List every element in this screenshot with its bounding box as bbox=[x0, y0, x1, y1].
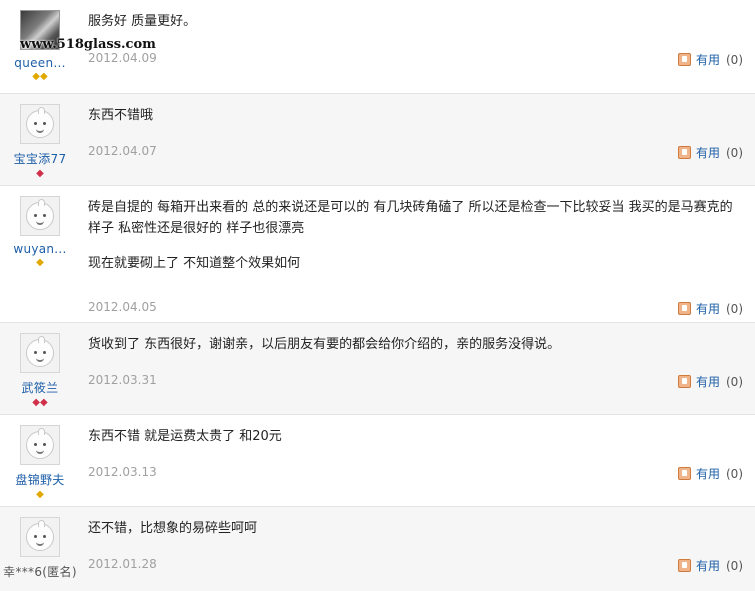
review-list: queen... ◆◆ 服务好 质量更好。 2012.04.09 有用 (0) … bbox=[0, 0, 755, 591]
review-date: 2012.01.28 bbox=[88, 557, 157, 571]
review-text: 服务好 质量更好。 bbox=[88, 14, 197, 29]
useful-button[interactable]: 有用 (0) bbox=[677, 300, 743, 317]
default-avatar-icon bbox=[26, 336, 54, 367]
review-text: 货收到了 东西很好，谢谢亲，以后朋友有要的都会给你介绍的，亲的服务没得说。 bbox=[88, 337, 561, 352]
default-avatar-icon bbox=[26, 107, 54, 138]
useful-count: (0) bbox=[726, 374, 743, 389]
thumbs-up-icon bbox=[677, 302, 691, 315]
useful-count: (0) bbox=[726, 52, 743, 67]
avatar[interactable] bbox=[20, 425, 60, 465]
thumbs-up-icon bbox=[677, 375, 691, 388]
gold-diamond-icon: ◆ bbox=[40, 71, 48, 82]
username-anonymous: 幸***6(匿名) bbox=[3, 565, 77, 579]
useful-count: (0) bbox=[726, 145, 743, 160]
gold-diamond-icon: ◆ bbox=[32, 71, 40, 82]
useful-button[interactable]: 有用 (0) bbox=[677, 373, 743, 390]
thumbs-up-icon bbox=[677, 53, 691, 66]
useful-button[interactable]: 有用 (0) bbox=[677, 557, 743, 574]
rank-badges: ◆ bbox=[0, 490, 80, 500]
review-date: 2012.04.07 bbox=[88, 144, 157, 158]
avatar[interactable] bbox=[20, 333, 60, 373]
review-item: 武筱兰 ◆◆ 货收到了 东西很好，谢谢亲，以后朋友有要的都会给你介绍的，亲的服务… bbox=[0, 323, 755, 415]
useful-count: (0) bbox=[726, 301, 743, 316]
username-link[interactable]: 宝宝添77 bbox=[0, 150, 80, 167]
rank-badges: ◆ bbox=[0, 169, 80, 179]
review-text: 还不错，比想象的易碎些呵呵 bbox=[88, 521, 258, 536]
red-diamond-icon: ◆ bbox=[32, 397, 40, 408]
default-avatar-icon bbox=[26, 428, 54, 459]
review-text: 东西不错哦 bbox=[88, 108, 154, 123]
username-link[interactable]: 武筱兰 bbox=[0, 379, 80, 396]
review-item: 盘锦野夫 ◆ 东西不错 就是运费太贵了 和20元 2012.03.13 有用 (… bbox=[0, 415, 755, 507]
red-diamond-icon: ◆ bbox=[40, 397, 48, 408]
review-date: 2012.03.31 bbox=[88, 373, 157, 387]
useful-button[interactable]: 有用 (0) bbox=[677, 144, 743, 161]
useful-label: 有用 bbox=[695, 53, 720, 67]
default-avatar-icon bbox=[26, 520, 54, 551]
useful-count: (0) bbox=[726, 558, 743, 573]
thumbs-up-icon bbox=[677, 146, 691, 159]
username-link[interactable]: queen... bbox=[0, 56, 80, 70]
useful-button[interactable]: 有用 (0) bbox=[677, 51, 743, 68]
useful-button[interactable]: 有用 (0) bbox=[677, 465, 743, 482]
gold-diamond-icon: ◆ bbox=[36, 489, 44, 500]
review-text: 东西不错 就是运费太贵了 和20元 bbox=[88, 429, 282, 444]
review-item: queen... ◆◆ 服务好 质量更好。 2012.04.09 有用 (0) … bbox=[0, 0, 755, 94]
useful-label: 有用 bbox=[695, 559, 720, 573]
watermark-text: www.518glass.com bbox=[20, 37, 156, 52]
useful-count: (0) bbox=[726, 466, 743, 481]
useful-label: 有用 bbox=[695, 146, 720, 160]
useful-label: 有用 bbox=[695, 467, 720, 481]
username-link[interactable]: wuyan... bbox=[0, 242, 80, 256]
avatar[interactable] bbox=[20, 196, 60, 236]
review-date: 2012.04.09 bbox=[88, 51, 157, 65]
review-item: 宝宝添77 ◆ 东西不错哦 2012.04.07 有用 (0) bbox=[0, 94, 755, 186]
thumbs-up-icon bbox=[677, 559, 691, 572]
rank-badges: ◆ bbox=[0, 258, 80, 268]
review-text: 砖是自提的 每箱开出来看的 总的来说还是可以的 有几块砖角磕了 所以还是检查一下… bbox=[88, 200, 733, 271]
review-date: 2012.03.13 bbox=[88, 465, 157, 479]
useful-label: 有用 bbox=[695, 375, 720, 389]
gold-diamond-icon: ◆ bbox=[36, 257, 44, 268]
rank-badges: ◆◆ bbox=[0, 72, 80, 82]
review-item: 幸***6(匿名) 还不错，比想象的易碎些呵呵 2012.01.28 有用 (0… bbox=[0, 507, 755, 591]
thumbs-up-icon bbox=[677, 467, 691, 480]
avatar[interactable] bbox=[20, 517, 60, 557]
avatar[interactable] bbox=[20, 104, 60, 144]
default-avatar-icon bbox=[26, 199, 54, 230]
rank-badges: ◆◆ bbox=[0, 398, 80, 408]
review-item: wuyan... ◆ 砖是自提的 每箱开出来看的 总的来说还是可以的 有几块砖角… bbox=[0, 186, 755, 323]
username-link[interactable]: 盘锦野夫 bbox=[0, 471, 80, 488]
red-diamond-icon: ◆ bbox=[36, 168, 44, 179]
useful-label: 有用 bbox=[695, 302, 720, 316]
review-date: 2012.04.05 bbox=[88, 300, 157, 314]
